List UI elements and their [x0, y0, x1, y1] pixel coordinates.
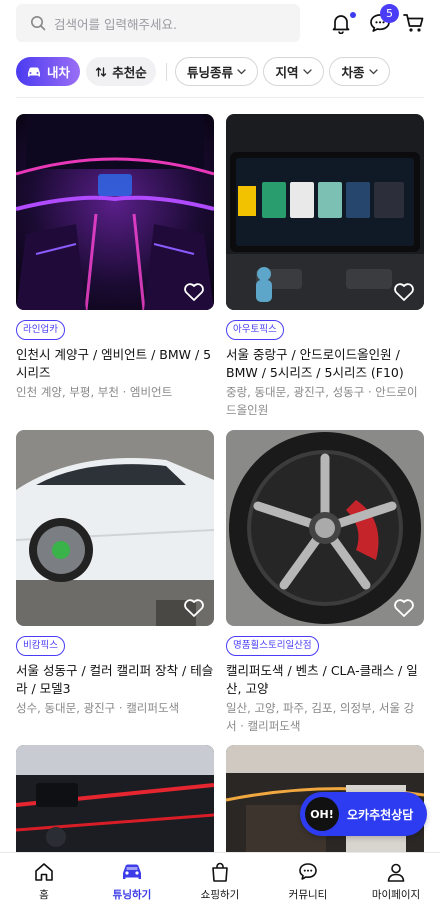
- nav-label: 마이페이지: [371, 889, 421, 901]
- list-divider: [16, 97, 424, 98]
- chevron-down-icon: [237, 68, 246, 74]
- region-filter[interactable]: 지역: [263, 57, 324, 86]
- favorite-heart-icon[interactable]: [393, 598, 415, 618]
- sort-button[interactable]: 추천순: [86, 57, 156, 86]
- card-title: 서울 성동구 / 컬러 캘리퍼 장착 / 테슬라 / 모델3: [16, 663, 214, 696]
- shop-tag: 명품휠스토리일산점: [226, 636, 319, 656]
- sort-icon: [96, 66, 107, 77]
- region-label: 지역: [275, 65, 299, 80]
- card-image[interactable]: [16, 430, 214, 626]
- my-car-filter-button[interactable]: 내차: [16, 57, 80, 86]
- chat-bubble-icon: [299, 863, 317, 880]
- nav-item-shopping[interactable]: 쇼핑하기: [176, 853, 264, 906]
- header: 검색어를 입력해주세요. 5: [0, 0, 440, 46]
- chat-badge: 5: [380, 4, 399, 23]
- card-subtitle: 성수, 동대문, 광진구 · 캘리퍼도색: [16, 701, 180, 715]
- shop-tag: 아우토픽스: [226, 320, 284, 340]
- card-title: 인천시 계양구 / 엠비언트 / BMW / 5시리즈: [16, 347, 212, 380]
- nav-label: 쇼핑하기: [200, 889, 240, 901]
- card-image[interactable]: [16, 745, 214, 852]
- card-image[interactable]: [16, 114, 214, 310]
- product-card[interactable]: 라인업카 인천시 계양구 / 엠비언트 / BMW / 5시리즈 인천 계양, …: [16, 114, 214, 401]
- sort-label: 추천순: [112, 65, 147, 80]
- bottom-nav: 홈 튜닝하기 쇼핑하기 커뮤니티 마이페이지: [0, 852, 440, 906]
- search-input[interactable]: 검색어를 입력해주세요.: [16, 4, 300, 42]
- my-car-label: 내차: [46, 65, 70, 80]
- search-placeholder: 검색어를 입력해주세요.: [54, 16, 177, 32]
- filter-divider: [166, 63, 167, 81]
- car-icon: [123, 864, 141, 879]
- car-type-label: 차종: [341, 65, 365, 80]
- favorite-heart-icon[interactable]: [183, 282, 205, 302]
- product-card[interactable]: 비캄픽스 서울 성동구 / 컬러 캘리퍼 장착 / 테슬라 / 모델3 성수, …: [16, 430, 214, 717]
- oh-logo-icon: OH!: [305, 797, 339, 831]
- nav-item-home[interactable]: 홈: [0, 853, 88, 906]
- nav-item-community[interactable]: 커뮤니티: [264, 853, 352, 906]
- card-image[interactable]: [226, 430, 424, 626]
- nav-label: 튜닝하기: [112, 889, 152, 901]
- filter-bar: 내차 추천순 튜닝종류 지역 차종: [0, 57, 440, 87]
- favorite-heart-icon[interactable]: [183, 598, 205, 618]
- card-title: 서울 중랑구 / 안드로이드올인원 / BMW / 5시리즈 / 5시리즈 (F…: [226, 347, 404, 380]
- nav-label: 커뮤니티: [288, 889, 328, 901]
- shop-tag: 라인업카: [16, 320, 65, 340]
- search-icon: [31, 16, 46, 31]
- cart-icon[interactable]: [400, 9, 428, 37]
- tuning-type-filter[interactable]: 튜닝종류: [175, 57, 258, 86]
- chevron-down-icon: [302, 68, 312, 74]
- chevron-down-icon: [368, 68, 378, 74]
- recommend-consult-button[interactable]: OH! 오카추천상담: [300, 792, 427, 836]
- card-subtitle: 일산, 고양, 파주, 김포, 의정부, 서울 강서 · 캘리퍼도색: [226, 701, 415, 733]
- nav-label: 홈: [39, 889, 49, 901]
- tuning-type-label: 튜닝종류: [186, 65, 233, 80]
- car-type-filter[interactable]: 차종: [329, 57, 390, 86]
- notification-dot: [350, 12, 356, 18]
- card-image[interactable]: [226, 114, 424, 310]
- card-title: 캘리퍼도색 / 벤츠 / CLA-클래스 / 일산, 고양: [226, 663, 418, 696]
- card-subtitle: 중랑, 동대문, 광진구, 성동구 · 안드로이드올인원: [226, 385, 418, 417]
- product-card[interactable]: 명품휠스토리일산점 캘리퍼도색 / 벤츠 / CLA-클래스 / 일산, 고양 …: [226, 430, 424, 735]
- car-icon: [27, 67, 40, 76]
- card-subtitle: 인천 계양, 부평, 부천 · 엠비언트: [16, 385, 173, 399]
- consult-label: 오카추천상담: [347, 807, 414, 822]
- user-icon: [387, 863, 405, 882]
- shopping-bag-icon: [212, 862, 228, 882]
- favorite-heart-icon[interactable]: [393, 282, 415, 302]
- home-icon: [35, 863, 53, 881]
- product-card[interactable]: 아우토픽스 서울 중랑구 / 안드로이드올인원 / BMW / 5시리즈 / 5…: [226, 114, 424, 419]
- nav-item-mypage[interactable]: 마이페이지: [352, 853, 440, 906]
- product-card[interactable]: [16, 745, 214, 852]
- nav-item-tuning[interactable]: 튜닝하기: [88, 853, 176, 906]
- shop-tag: 비캄픽스: [16, 636, 65, 656]
